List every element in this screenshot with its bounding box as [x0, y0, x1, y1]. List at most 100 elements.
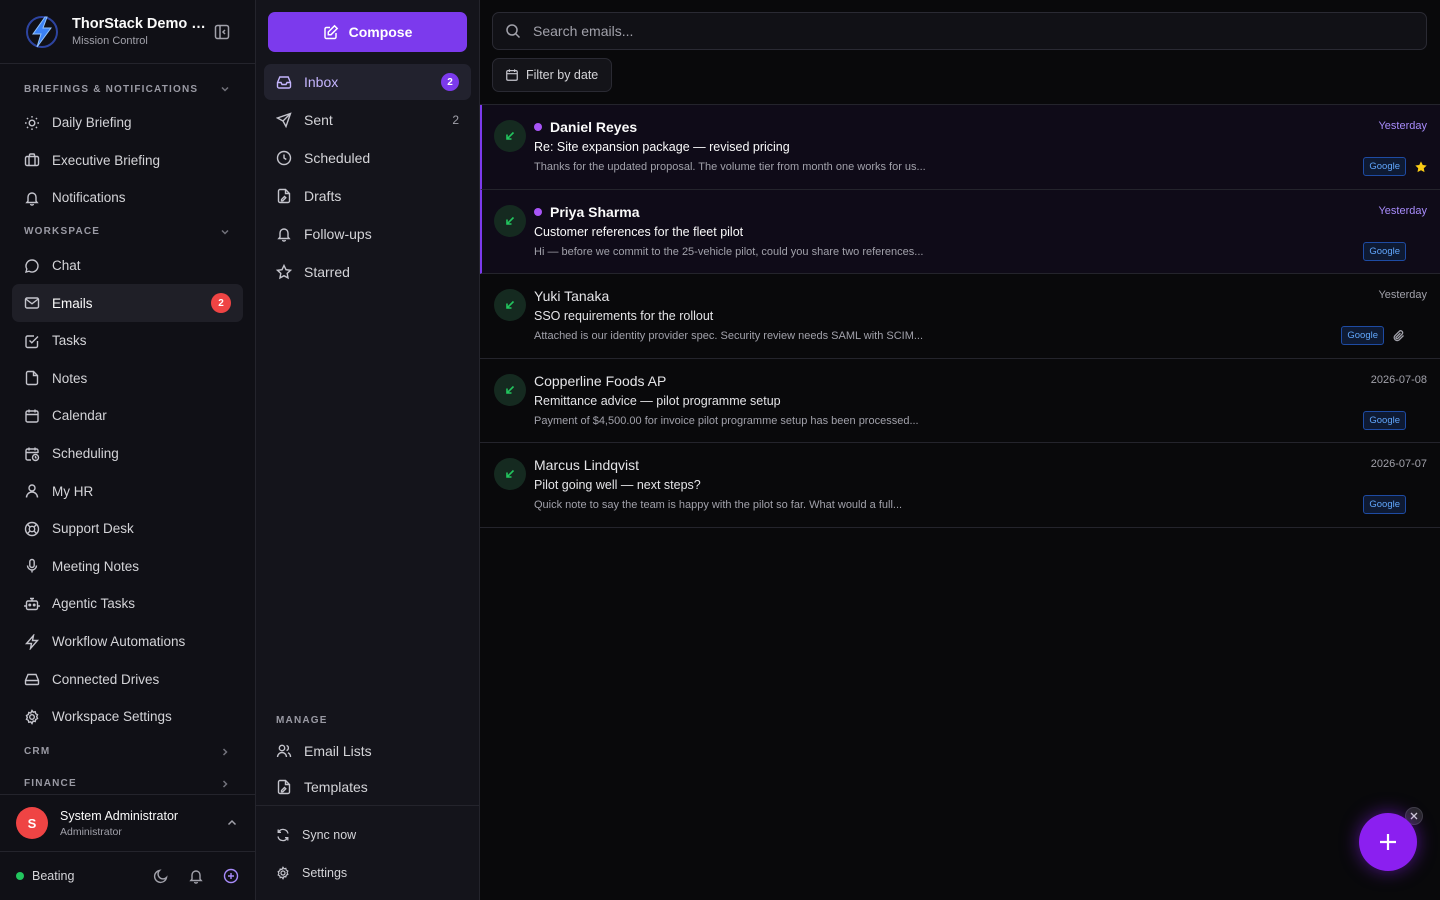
chevron-right-icon — [222, 747, 228, 756]
sidebar-item-tasks[interactable]: Tasks — [12, 322, 243, 360]
sidebar-item-scheduling[interactable]: Scheduling — [12, 435, 243, 473]
inbox-icon — [276, 76, 292, 89]
section-crm-header[interactable]: CRM — [0, 736, 255, 768]
moon-icon[interactable] — [153, 868, 169, 884]
incoming-arrow-icon — [506, 385, 515, 394]
email-sender: Marcus Lindqvist — [534, 457, 640, 474]
account-tag: Google — [1363, 495, 1406, 515]
email-row[interactable]: Priya Sharma Customer references for the… — [480, 189, 1440, 275]
chevron-up-icon — [227, 819, 237, 826]
gear-icon — [277, 866, 289, 880]
heartbeat-status-dot — [16, 872, 24, 880]
email-row[interactable]: Copperline Foods AP Remittance advice — … — [480, 359, 1440, 444]
email-row[interactable]: Yuki Tanaka SSO requirements for the rol… — [480, 274, 1440, 359]
account-tag: Google — [1363, 157, 1406, 176]
sidebar-item-workflow-automations[interactable]: Workflow Automations — [12, 623, 243, 661]
email-preview: Attached is our identity provider spec. … — [534, 330, 924, 343]
email-sender: Copperline Foods AP — [534, 372, 667, 389]
email-sender: Daniel Reyes — [550, 119, 638, 135]
users-icon — [276, 744, 292, 758]
template-file-icon — [277, 779, 291, 795]
sidebar-item-daily-briefing[interactable]: Daily Briefing — [12, 104, 243, 142]
folder-inbox[interactable]: Inbox 2 — [264, 64, 471, 100]
email-main-panel: Filter by date Daniel Reyes Re: Site exp… — [480, 0, 1440, 900]
brand-header: ThorStack Demo Company Mission Control — [0, 0, 255, 64]
user-role: Administrator — [60, 825, 122, 838]
sidebar-item-notes[interactable]: Notes — [12, 360, 243, 398]
folder-footer: Sync now Settings — [256, 805, 479, 892]
star-icon — [276, 264, 292, 280]
sidebar-item-calendar[interactable]: Calendar — [12, 397, 243, 435]
sync-now-button[interactable]: Sync now — [256, 816, 479, 854]
incoming-arrow-icon — [506, 301, 515, 309]
collapse-sidebar-icon[interactable] — [213, 23, 231, 41]
app-title: ThorStack Demo Company — [72, 16, 214, 32]
email-sender: Priya Sharma — [550, 203, 640, 220]
email-date: Yesterday — [1378, 120, 1427, 132]
sidebar-item-my-hr[interactable]: My HR — [12, 472, 243, 510]
close-icon — [1410, 812, 1418, 820]
sidebar-item-workspace-settings[interactable]: Workspace Settings — [12, 698, 243, 736]
refresh-icon — [277, 828, 289, 842]
section-briefings-header[interactable]: BRIEFINGS & NOTIFICATIONS — [0, 74, 255, 104]
user-profile-menu[interactable]: S System Administrator Administrator — [0, 794, 255, 852]
mail-icon — [24, 297, 40, 309]
app-subtitle: Mission Control — [72, 35, 148, 47]
chevron-down-icon — [221, 86, 229, 92]
sidebar-item-support-desk[interactable]: Support Desk — [12, 510, 243, 548]
sidebar: ThorStack Demo Company Mission Control B… — [0, 0, 256, 900]
calendar-icon — [506, 69, 518, 81]
filter-by-date-button[interactable]: Filter by date — [492, 58, 612, 92]
email-preview: Payment of $4,500.00 for invoice pilot p… — [534, 414, 919, 427]
unread-dot — [534, 123, 542, 131]
lightning-icon — [24, 633, 40, 650]
compose-button[interactable]: Compose — [268, 12, 467, 52]
mail-settings-button[interactable]: Settings — [256, 854, 479, 892]
star-filled-icon[interactable] — [1414, 160, 1428, 174]
account-tag: Google — [1363, 410, 1406, 430]
sidebar-item-chat[interactable]: Chat — [12, 247, 243, 285]
account-tag: Google — [1363, 241, 1406, 261]
checkbox-icon — [25, 335, 39, 348]
bell-icon[interactable] — [188, 868, 204, 884]
gear-icon — [25, 708, 39, 725]
plus-circle-icon[interactable] — [223, 868, 239, 884]
sidebar-item-emails[interactable]: Emails 2 — [12, 284, 243, 322]
account-tag: Google — [1341, 326, 1384, 346]
lifebuoy-icon — [24, 521, 40, 536]
user-icon — [25, 484, 39, 498]
folder-drafts[interactable]: Drafts — [264, 178, 471, 214]
sidebar-item-notifications[interactable]: Notifications — [12, 179, 243, 217]
folder-starred[interactable]: Starred — [264, 254, 471, 290]
unread-dot — [534, 207, 542, 216]
incoming-arrow-icon — [506, 216, 515, 225]
email-row[interactable]: Marcus Lindqvist Pilot going well — next… — [480, 443, 1440, 528]
email-preview: Thanks for the updated proposal. The vol… — [534, 161, 926, 173]
manage-email-lists[interactable]: Email Lists — [264, 733, 471, 769]
floating-add-button[interactable] — [1359, 813, 1417, 871]
folder-sent[interactable]: Sent 2 — [264, 102, 471, 138]
sidebar-item-connected-drives[interactable]: Connected Drives — [12, 660, 243, 698]
sidebar-item-agentic-tasks[interactable]: Agentic Tasks — [12, 585, 243, 623]
robot-icon — [24, 597, 40, 611]
sun-icon — [25, 115, 39, 130]
folder-list: Inbox 2 Sent 2 Scheduled Drafts Follow-u… — [264, 64, 471, 292]
hard-drive-icon — [24, 673, 40, 686]
app-root: ThorStack Demo Company Mission Control B… — [0, 0, 1440, 900]
sidebar-item-meeting-notes[interactable]: Meeting Notes — [12, 548, 243, 586]
clock-icon — [276, 150, 292, 166]
file-icon — [25, 371, 39, 386]
manage-templates[interactable]: Templates — [264, 769, 471, 805]
email-row[interactable]: Daniel Reyes Re: Site expansion package … — [480, 105, 1440, 190]
email-date: Yesterday — [1378, 289, 1427, 302]
paperclip-icon — [1393, 329, 1404, 341]
unread-count-badge: 2 — [211, 293, 231, 314]
folder-follow-ups[interactable]: Follow-ups — [264, 216, 471, 252]
sidebar-item-executive-briefing[interactable]: Executive Briefing — [12, 142, 243, 180]
microphone-icon — [26, 559, 38, 573]
section-workspace-header[interactable]: WORKSPACE — [0, 217, 255, 247]
folder-scheduled[interactable]: Scheduled — [264, 140, 471, 176]
email-date: 2026-07-08 — [1370, 373, 1427, 386]
chat-bubble-icon — [25, 258, 39, 273]
search-input[interactable] — [533, 23, 1414, 39]
